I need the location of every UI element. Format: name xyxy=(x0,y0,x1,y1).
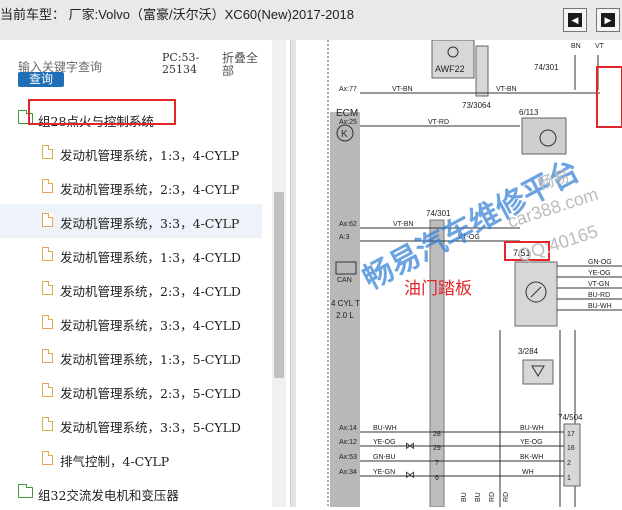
bottom-pin: 17 xyxy=(567,431,575,438)
pedal-wire-label: GN-OG xyxy=(588,259,612,266)
document-icon xyxy=(42,281,53,295)
engine-cyl-label: 4 CYL T xyxy=(331,299,360,308)
ref-74-504: 74/504 xyxy=(558,413,583,422)
tree-item[interactable]: 发动机管理系统，2:3，4-CYLD xyxy=(0,272,262,306)
vertical-wire-label: RD xyxy=(503,492,510,502)
document-icon xyxy=(42,145,53,159)
pedal-wire-label: YE-OG xyxy=(588,270,611,277)
pedal-wire-label: BU-RD xyxy=(588,292,610,299)
bottom-wire-label: WH xyxy=(522,469,534,476)
navigation-panel: 输入关键字查询 查询 PC:53- 25134 折叠全 部 组28点火与控制系统… xyxy=(0,40,290,507)
highlight-box xyxy=(28,99,176,125)
tree-item[interactable]: 发动机管理系统，2:3，5-CYLD xyxy=(0,374,262,408)
next-icon: ▶ xyxy=(601,13,615,27)
query-button[interactable]: 查询 xyxy=(18,72,64,87)
document-icon xyxy=(42,213,53,227)
collapse-all-button[interactable]: 折叠全 部 xyxy=(222,52,258,78)
prev-icon: ◀ xyxy=(568,13,582,27)
pc-code: PC:53- 25134 xyxy=(162,51,200,76)
engine-size-label: 2.0 L xyxy=(336,311,354,320)
tree-item[interactable]: 发动机管理系统，1:3，5-CYLD xyxy=(0,340,262,374)
pedal-sensor xyxy=(514,261,558,327)
pin-label: Ax:34 xyxy=(339,469,357,476)
wire-color-label: GN-BU xyxy=(373,454,396,461)
vertical-wire-label: BU xyxy=(475,492,482,502)
accelerator-pedal-callout: 油门踏板 xyxy=(404,279,472,298)
bottom-pin: 16 xyxy=(567,445,575,452)
wire-color-label: BU-WH xyxy=(373,425,397,432)
ref-6-113: 6/113 xyxy=(519,108,539,117)
ref-74-301-top: 74/301 xyxy=(534,63,559,72)
prev-page-button[interactable]: ◀ xyxy=(563,8,587,32)
tree-item[interactable]: 发动机管理系统，1:3，4-CYLD xyxy=(0,238,262,272)
twisted-pair-icon: ⋈ xyxy=(405,441,415,452)
pin-label: Ax:14 xyxy=(339,425,357,432)
pin-label: A:3 xyxy=(339,234,350,241)
tree-item[interactable]: 发动机管理系统，2:3，4-CYLP xyxy=(0,170,262,204)
bottom-wire-label: BK-WH xyxy=(520,454,543,461)
document-icon xyxy=(42,247,53,261)
bottom-wire-label: BU-WH xyxy=(520,425,544,432)
wire-color-label: VT-BN xyxy=(392,86,413,93)
awf22-label: AWF22 xyxy=(435,64,465,74)
ref-74-301: 74/301 xyxy=(426,209,451,218)
pin-label: Ax:77 xyxy=(339,86,357,93)
tree-item[interactable]: 发动机管理系统，3:3，5-CYLD xyxy=(0,408,262,442)
can-label: CAN xyxy=(337,277,352,284)
top-wire-label: VT xyxy=(595,43,605,50)
pedal-wire-label: VT-GN xyxy=(588,281,609,288)
top-wire-label: BN xyxy=(571,43,581,50)
folder-icon xyxy=(18,484,33,498)
document-icon xyxy=(42,383,53,397)
ref-73-3064: 73/3064 xyxy=(462,101,491,110)
connector-pin: 28 xyxy=(433,431,441,438)
document-icon xyxy=(42,417,53,431)
wiring-diagram: ECM K 4 CYL T 2.0 L CAN AWF22 74/301 VT … xyxy=(296,40,622,507)
bottom-pin: 1 xyxy=(567,475,571,482)
twisted-pair-icon: ⋈ xyxy=(405,470,415,481)
connector-pin: 7 xyxy=(435,460,439,467)
bottom-pin: 2 xyxy=(567,460,571,467)
tree-group-ignition[interactable]: 组28点火与控制系统 xyxy=(0,99,262,136)
vertical-wire-label: BU xyxy=(461,492,468,502)
scrollbar-thumb[interactable] xyxy=(274,192,284,378)
next-page-button[interactable]: ▶ xyxy=(596,8,620,32)
tree-item[interactable]: 排气控制，4-CYLP xyxy=(0,442,262,476)
wire-color-label: VT-BN xyxy=(393,221,414,228)
document-icon xyxy=(42,451,53,465)
wire-color-label: VT-BN xyxy=(496,86,517,93)
tree-group-alternator[interactable]: 组32交流发电机和变压器 xyxy=(0,476,262,510)
connector-pin: 6 xyxy=(435,475,439,482)
document-icon xyxy=(42,315,53,329)
pin-label: Ax:53 xyxy=(339,454,357,461)
pin-label: Ax:12 xyxy=(339,439,357,446)
svg-text:K: K xyxy=(341,129,348,140)
ecm-label: ECM xyxy=(336,108,358,119)
wire-color-label: VT-RD xyxy=(428,119,449,126)
vehicle-title: 当前车型： 厂家:Volvo（富豪/沃尔沃）XC60(New)2017-2018 xyxy=(0,7,354,22)
document-icon xyxy=(42,349,53,363)
vertical-wire-label: RD xyxy=(489,492,496,502)
pin-label: Ax:62 xyxy=(339,221,357,228)
bottom-wire-label: YE-OG xyxy=(520,439,543,446)
tree-item-selected[interactable]: 发动机管理系统，3:3，4-CYLP xyxy=(0,204,262,238)
tree-item[interactable]: 发动机管理系统，1:3，4-CYLP xyxy=(0,136,262,170)
document-icon xyxy=(42,179,53,193)
connector-pin: 29 xyxy=(433,445,441,452)
title-bar: 当前车型： 厂家:Volvo（富豪/沃尔沃）XC60(New)2017-2018… xyxy=(0,0,622,41)
ref-3-284: 3/284 xyxy=(518,347,539,356)
pedal-wire-label: BU-WH xyxy=(588,303,612,310)
pin-label: Ax:25 xyxy=(339,119,357,126)
wire-color-label: YE-GN xyxy=(373,469,395,476)
wire-color-label: YE-OG xyxy=(373,439,396,446)
tree-item[interactable]: 发动机管理系统，3:3，4-CYLD xyxy=(0,306,262,340)
